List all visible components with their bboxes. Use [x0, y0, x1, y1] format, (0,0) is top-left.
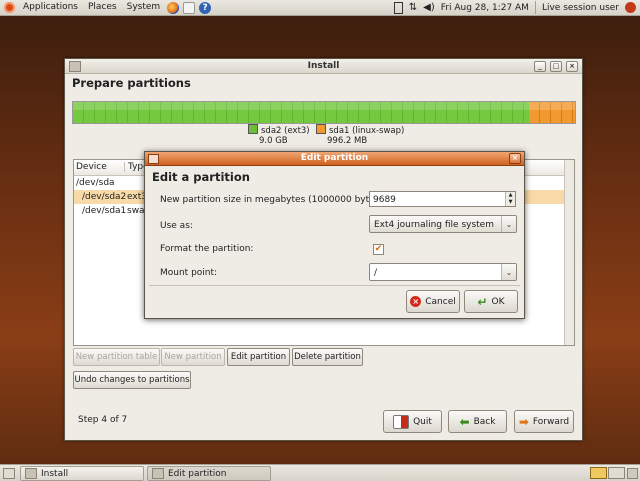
- dialog-app-icon: [148, 154, 159, 164]
- dialog-titlebar[interactable]: Edit partition ×: [145, 152, 524, 166]
- power-icon[interactable]: [625, 2, 636, 13]
- session-user[interactable]: Live session user: [542, 3, 619, 13]
- forward-button[interactable]: ➡ Forward: [514, 410, 574, 433]
- partition-bar-shine: [73, 102, 575, 110]
- mail-icon[interactable]: [183, 1, 196, 14]
- volume-icon[interactable]: ◀): [423, 2, 435, 13]
- undo-changes-button[interactable]: Undo changes to partitions: [73, 371, 191, 389]
- help-icon[interactable]: ?: [199, 1, 212, 14]
- table-scrollbar[interactable]: [564, 160, 574, 345]
- dialog-separator: [149, 285, 520, 286]
- mount-point-label: Mount point:: [160, 268, 218, 278]
- mount-point-combo[interactable]: / ⌄: [369, 263, 517, 281]
- menu-system[interactable]: System: [122, 0, 166, 15]
- format-label: Format the partition:: [160, 244, 254, 254]
- dialog-heading: Edit a partition: [152, 170, 250, 184]
- task-edit-partition-label: Edit partition: [168, 468, 227, 479]
- panel-divider: [534, 1, 536, 14]
- quit-label: Quit: [413, 416, 432, 427]
- chevron-down-icon[interactable]: ⌄: [501, 264, 516, 280]
- spin-arrows-icon[interactable]: ▲ ▼: [505, 192, 515, 206]
- back-label: Back: [473, 416, 496, 427]
- use-as-combo[interactable]: Ext4 journaling file system ⌄: [369, 215, 517, 233]
- clock[interactable]: Fri Aug 28, 1:27 AM: [441, 3, 529, 13]
- legend-sda1-name: sda1 (linux-swap): [329, 126, 405, 136]
- legend-sda2-swatch: [248, 124, 258, 134]
- ubuntu-logo-icon[interactable]: [4, 2, 15, 13]
- task-edit-partition[interactable]: Edit partition: [147, 466, 271, 481]
- partition-bar: [72, 101, 576, 124]
- show-desktop-icon[interactable]: [3, 468, 15, 479]
- ok-button[interactable]: ↵ OK: [464, 290, 518, 313]
- legend-sda2-size: 9.0 GB: [259, 136, 288, 146]
- mount-point-value: /: [374, 268, 378, 278]
- new-partition-table-button[interactable]: New partition table: [73, 348, 160, 366]
- row-device: /dev/sda: [76, 178, 115, 188]
- row-device: /dev/sda1: [82, 206, 127, 216]
- legend-sda1-swatch: [316, 124, 326, 134]
- install-task-icon: [25, 468, 37, 479]
- delete-partition-button[interactable]: Delete partition: [292, 348, 363, 366]
- task-install-label: Install: [41, 468, 69, 479]
- format-checkbox[interactable]: ✔: [373, 244, 384, 255]
- battery-icon[interactable]: [393, 1, 403, 14]
- use-as-label: Use as:: [160, 221, 193, 231]
- maximize-icon[interactable]: □: [550, 61, 562, 72]
- size-label: New partition size in megabytes (1000000…: [160, 195, 386, 205]
- edit-partition-task-icon: [152, 468, 164, 479]
- legend-sda2: sda2 (ext3) 9.0 GB: [248, 124, 310, 146]
- new-partition-button[interactable]: New partition: [161, 348, 225, 366]
- legend-sda1-size: 996.2 MB: [327, 136, 368, 146]
- ok-label: OK: [491, 296, 505, 307]
- cancel-label: Cancel: [425, 296, 456, 307]
- back-arrow-icon: ⬅: [459, 414, 470, 429]
- chevron-down-icon: ⌄: [501, 216, 516, 232]
- dialog-close-icon[interactable]: ×: [509, 153, 521, 164]
- edit-partition-dialog: Edit partition × Edit a partition New pa…: [144, 151, 525, 319]
- close-icon[interactable]: ×: [566, 61, 578, 72]
- cancel-icon: ×: [410, 296, 422, 307]
- forward-arrow-icon: ➡: [518, 414, 529, 429]
- cancel-button[interactable]: × Cancel: [406, 290, 460, 313]
- firefox-icon[interactable]: [167, 1, 180, 14]
- step-indicator: Step 4 of 7: [78, 415, 128, 425]
- task-install[interactable]: Install: [20, 466, 144, 481]
- workspace-switcher-1[interactable]: [590, 467, 607, 479]
- trash-icon[interactable]: [627, 468, 638, 479]
- use-as-value: Ext4 journaling file system: [374, 220, 494, 230]
- row-device: /dev/sda2: [82, 192, 127, 202]
- back-button[interactable]: ⬅ Back: [448, 410, 507, 433]
- legend-sda2-name: sda2 (ext3): [261, 126, 310, 136]
- bottom-panel: Install Edit partition: [0, 464, 640, 481]
- ok-arrow-icon: ↵: [477, 294, 488, 309]
- install-window-title: Install: [307, 61, 340, 71]
- minimize-icon[interactable]: _: [534, 61, 546, 72]
- install-app-icon: [69, 61, 81, 72]
- legend-sda1: sda1 (linux-swap) 996.2 MB: [316, 124, 404, 146]
- menu-applications[interactable]: Applications: [18, 0, 83, 15]
- column-header-device[interactable]: Device: [76, 162, 107, 172]
- edit-partition-button[interactable]: Edit partition: [227, 348, 290, 366]
- partition-size-spinner[interactable]: 9689 ▲ ▼: [369, 191, 516, 207]
- page-title: Prepare partitions: [72, 76, 191, 90]
- menu-places[interactable]: Places: [83, 0, 122, 15]
- quit-icon: [393, 414, 410, 429]
- top-panel: Applications Places System ? ⇅ ◀) Fri Au…: [0, 0, 640, 16]
- quit-button[interactable]: Quit: [383, 410, 442, 433]
- forward-label: Forward: [532, 416, 570, 427]
- workspace-switcher-2[interactable]: [608, 467, 625, 479]
- install-titlebar[interactable]: Install _ □ ×: [65, 59, 582, 74]
- partition-size-value: 9689: [373, 195, 396, 205]
- dialog-title: Edit partition: [300, 153, 369, 163]
- network-icon[interactable]: ⇅: [409, 2, 417, 13]
